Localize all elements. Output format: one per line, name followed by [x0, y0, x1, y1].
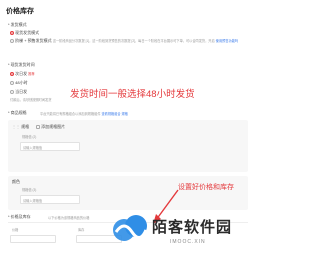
spec-section-label: * 商品规格	[8, 110, 27, 115]
price-note: 以下价格为该规格商品的价格	[48, 216, 90, 220]
spec1-title: ⋮⋮ 规格	[12, 124, 30, 129]
radio-icon	[10, 89, 14, 94]
presale-link[interactable]: 使用预售功能吗	[216, 39, 238, 43]
radio-icon	[10, 71, 14, 76]
spec-help: 平台只能将已有规格组合以添加到规格组件 查看规格组合 规格	[40, 112, 128, 116]
price-input[interactable]	[10, 235, 56, 243]
watermark-logo	[113, 215, 148, 241]
spec-help-link2[interactable]: 规格	[121, 112, 127, 116]
annotation-ship-time: 发货时间一般选择48小时发货	[70, 89, 195, 100]
radio-icon	[10, 30, 14, 35]
presale-note: 这一阶段商品分次数提 [1]，这一阶段到货预售的次数提 [2]，每日一个阶段在平…	[52, 39, 215, 43]
stock-column-header: 库存	[78, 228, 85, 232]
payment-option-2[interactable]: 阶梯 + 预售发货模式 这一阶段商品分次数提 [1]，这一阶段到货预售的次数提 …	[10, 38, 295, 44]
recommend-badge: 推荐	[28, 72, 35, 76]
checkbox-icon	[36, 124, 40, 129]
radio-icon	[10, 38, 14, 43]
ship-option-3[interactable]: 当日发	[10, 89, 27, 95]
spec2-value-label: 规格值 (3)	[22, 188, 37, 192]
ship-option-1[interactable]: 次日发 推荐	[10, 71, 35, 77]
spec-help-link[interactable]: 查看规格组合	[101, 112, 120, 116]
spec2-title: 颜色	[12, 179, 20, 184]
add-spec-image-toggle[interactable]: 添加规格图片	[36, 124, 65, 130]
spec1-value-input[interactable]: 请输入规格值	[20, 142, 80, 151]
radio-icon	[10, 80, 14, 85]
spec2-value-input[interactable]: 请输入规格值	[20, 195, 80, 204]
price-section-label: * 价格及库存	[8, 214, 31, 219]
drag-handle-icon[interactable]: ⋮⋮	[12, 124, 20, 129]
payment-option-1[interactable]: 现货发货模式	[10, 30, 39, 36]
ship-option-2[interactable]: 48小时	[10, 80, 28, 86]
ship-time-section-label: * 现货发货时间	[8, 62, 35, 67]
price-column-header: 价格	[12, 228, 19, 232]
watermark-text: 陌客软件园	[152, 219, 233, 236]
ship-time-note: 付款后，请尽快按照时间发货	[10, 98, 52, 102]
page-title: 价格库存	[6, 8, 34, 15]
spec1-value-label: 规格值 (2)	[22, 135, 37, 139]
watermark-sub: IMOOC.XIN	[170, 239, 206, 245]
annotation-price-stock: 设置好价格和库存	[178, 184, 234, 191]
payment-section-label: * 发货模式	[8, 22, 27, 27]
